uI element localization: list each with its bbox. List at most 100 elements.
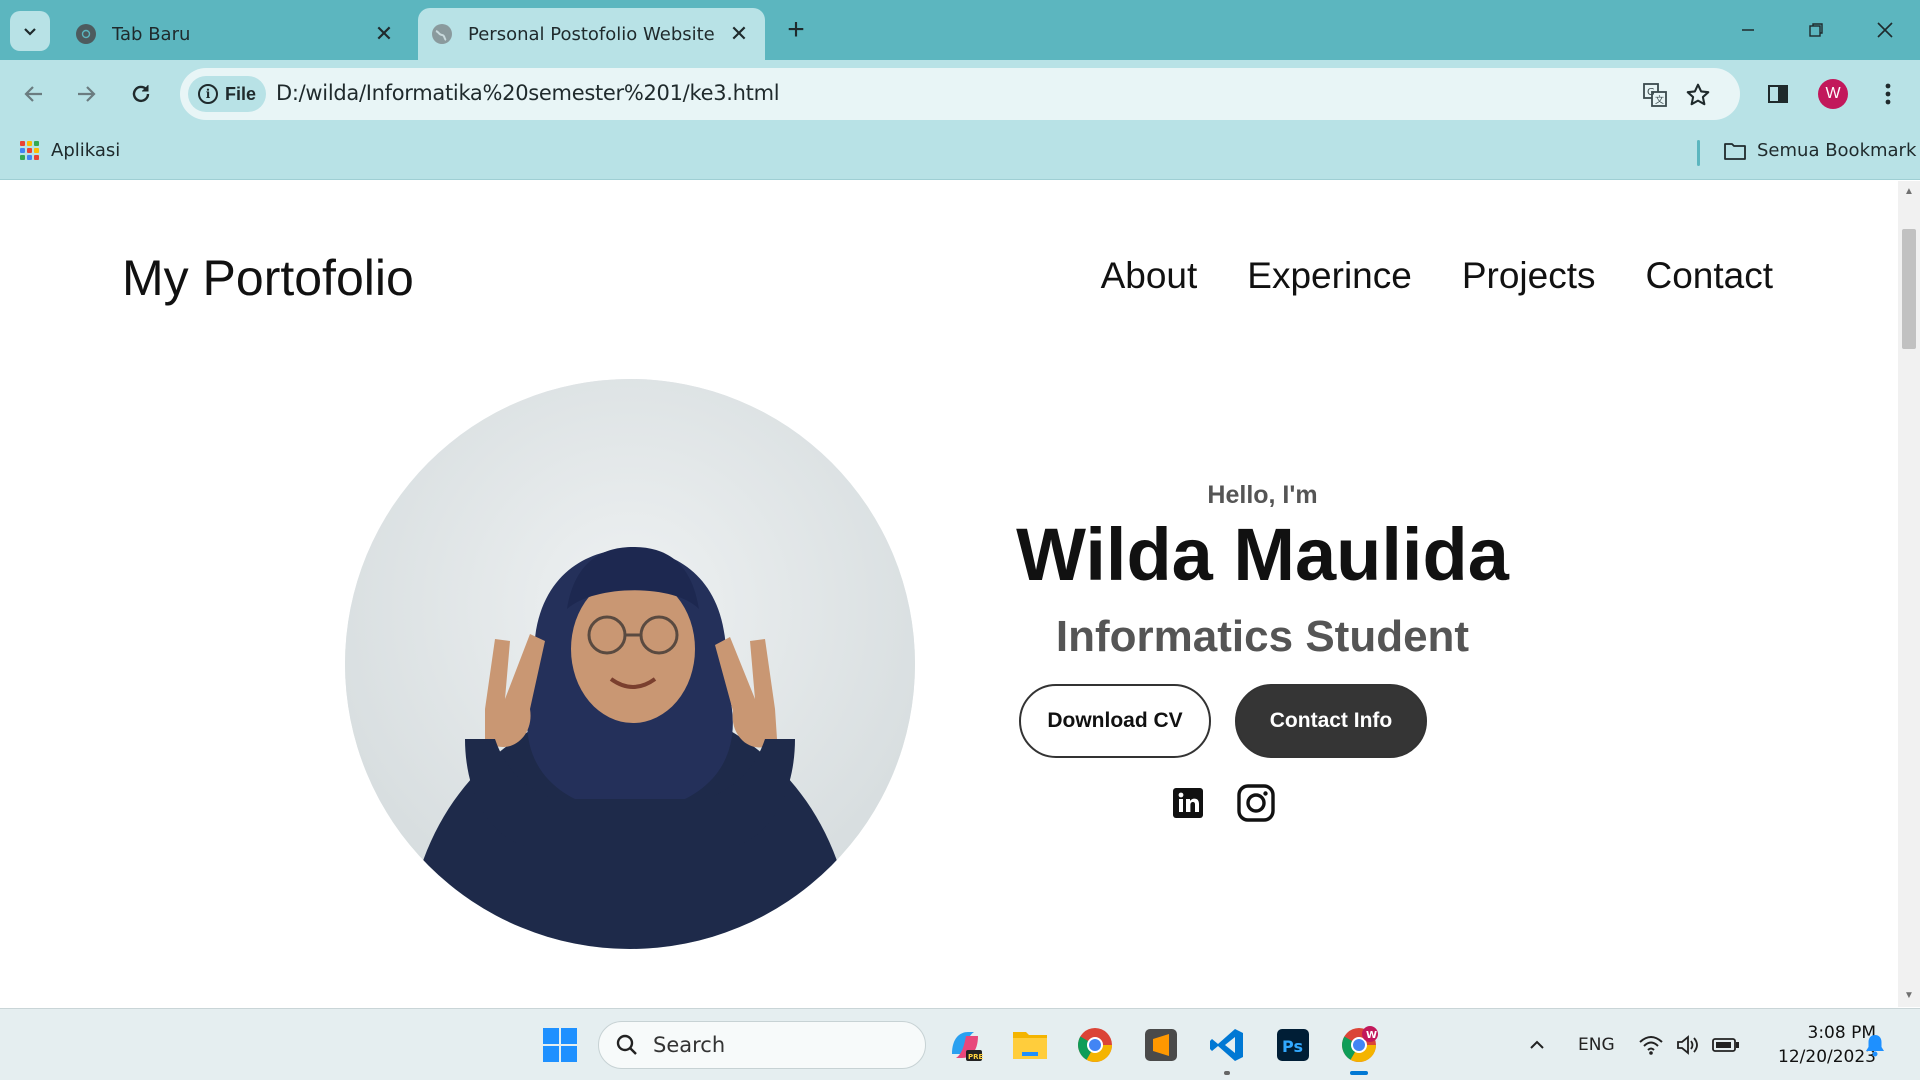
social-links	[1172, 783, 1276, 823]
clock-time: 3:08 PM	[1807, 1023, 1877, 1043]
hero-name: Wilda Maulida	[1016, 513, 1509, 596]
chrome-icon	[1078, 1028, 1112, 1062]
sublime-text-icon	[1145, 1029, 1177, 1061]
system-clock[interactable]: 3:08 PM 12/20/2023	[1756, 1021, 1876, 1069]
windows-icon	[543, 1028, 577, 1062]
wifi-icon[interactable]	[1638, 1029, 1664, 1061]
profile-button[interactable]: W	[1813, 74, 1853, 114]
site-logo[interactable]: My Portofolio	[122, 249, 414, 307]
volume-icon[interactable]	[1675, 1029, 1701, 1061]
side-panel-button[interactable]	[1758, 74, 1798, 114]
bookmark-star-button[interactable]	[1683, 80, 1713, 110]
minimize-button[interactable]	[1725, 10, 1771, 50]
folder-icon	[1724, 142, 1746, 160]
globe-icon	[432, 24, 452, 44]
close-window-button[interactable]	[1862, 10, 1908, 50]
nav-link-about[interactable]: About	[1101, 255, 1198, 297]
bell-icon	[1866, 1035, 1884, 1057]
browser-toolbar: i File D:/wilda/Informatika%20semester%2…	[0, 60, 1920, 128]
start-button[interactable]	[538, 1023, 582, 1067]
hero-buttons: Download CV Contact Info	[1019, 684, 1427, 758]
nav-link-contact[interactable]: Contact	[1645, 255, 1773, 297]
chevron-up-icon	[1530, 1040, 1544, 1049]
svg-text:G: G	[1647, 87, 1655, 98]
tab-title: Tab Baru	[112, 23, 191, 45]
taskbar-chrome[interactable]	[1073, 1023, 1117, 1067]
download-cv-button[interactable]: Download CV	[1019, 684, 1211, 758]
contact-info-button[interactable]: Contact Info	[1235, 684, 1427, 758]
battery-icon[interactable]	[1712, 1029, 1740, 1061]
tab-title: Personal Postofolio Website	[468, 23, 715, 45]
svg-text:文: 文	[1655, 94, 1664, 106]
apps-grid-icon	[20, 141, 39, 160]
search-placeholder: Search	[653, 1033, 726, 1057]
taskbar-sublime[interactable]	[1139, 1023, 1183, 1067]
svg-text:PRE: PRE	[968, 1053, 984, 1061]
hero-greeting: Hello, I'm	[1207, 481, 1318, 509]
tab-new-tab[interactable]: Tab Baru ✕	[60, 8, 410, 60]
more-vertical-icon	[1885, 83, 1891, 105]
chrome-icon	[76, 24, 96, 44]
taskbar-photoshop[interactable]: Ps	[1271, 1023, 1315, 1067]
nav-link-experience[interactable]: Experince	[1247, 255, 1412, 297]
bookmark-separator	[1697, 140, 1700, 166]
close-icon	[1877, 22, 1893, 38]
translate-icon: G文	[1643, 83, 1667, 107]
nav-links: About Experince Projects Contact	[1101, 255, 1773, 297]
reload-button[interactable]	[121, 74, 161, 114]
tab-search-button[interactable]	[10, 11, 50, 51]
site-info-chip[interactable]: i File	[188, 76, 266, 112]
close-tab-button[interactable]: ✕	[725, 20, 753, 48]
translate-button[interactable]: G文	[1640, 80, 1670, 110]
url-text[interactable]: D:/wilda/Informatika%20semester%201/ke3.…	[276, 81, 780, 105]
svg-text:Ps: Ps	[1282, 1037, 1303, 1056]
site-info-label: File	[225, 83, 257, 104]
folder-icon	[1013, 1032, 1047, 1059]
page-viewport: My Portofolio About Experince Projects C…	[0, 181, 1920, 1007]
all-bookmarks-label: Semua Bookmark	[1757, 140, 1917, 161]
clock-date: 12/20/2023	[1778, 1047, 1876, 1067]
profile-photo	[345, 379, 915, 949]
arrow-left-icon	[24, 86, 42, 102]
apps-label: Aplikasi	[51, 140, 121, 161]
taskbar-search[interactable]: Search	[598, 1021, 926, 1069]
page-scrollbar[interactable]: ▲ ▼	[1898, 181, 1920, 1007]
side-panel-icon	[1768, 85, 1788, 103]
scroll-thumb[interactable]	[1902, 229, 1916, 349]
notifications-button[interactable]	[1864, 1029, 1886, 1061]
avatar: W	[1818, 79, 1848, 109]
forward-button[interactable]	[66, 74, 106, 114]
taskbar-copilot[interactable]: PRE	[943, 1023, 987, 1067]
tray-overflow-button[interactable]	[1528, 1029, 1546, 1061]
reload-icon	[132, 85, 150, 103]
restore-icon	[1809, 23, 1823, 37]
linkedin-icon[interactable]	[1172, 787, 1204, 819]
language-indicator[interactable]: ENG	[1578, 1029, 1615, 1061]
info-icon: i	[198, 84, 218, 104]
tab-portfolio[interactable]: Personal Postofolio Website ✕	[418, 8, 765, 60]
chrome-icon: W	[1342, 1026, 1378, 1062]
address-bar[interactable]: i File D:/wilda/Informatika%20semester%2…	[180, 68, 1740, 120]
nav-link-projects[interactable]: Projects	[1462, 255, 1596, 297]
active-indicator	[1350, 1071, 1368, 1075]
chrome-profile-badge: W	[1366, 1030, 1377, 1041]
instagram-icon[interactable]	[1236, 783, 1276, 823]
bookmark-apps[interactable]: Aplikasi	[20, 140, 120, 161]
chevron-down-icon	[24, 28, 36, 36]
search-icon	[616, 1034, 637, 1055]
restore-button[interactable]	[1793, 10, 1839, 50]
scroll-up-arrow-icon[interactable]: ▲	[1903, 186, 1915, 198]
back-button[interactable]	[14, 74, 54, 114]
close-tab-button[interactable]: ✕	[370, 20, 398, 48]
running-indicator	[1224, 1071, 1230, 1075]
browser-menu-button[interactable]	[1868, 74, 1908, 114]
taskbar-file-explorer[interactable]	[1008, 1023, 1052, 1067]
taskbar-chrome-profile[interactable]: W	[1337, 1023, 1381, 1075]
os-taskbar: Search PRE Ps W ENG 3:08 PM 12/20/2023	[0, 1008, 1920, 1080]
hero-role: Informatics Student	[1055, 612, 1470, 661]
all-bookmarks-button[interactable]: Semua Bookmark	[1723, 140, 1916, 161]
vscode-icon	[1210, 1029, 1243, 1061]
scroll-down-arrow-icon[interactable]: ▼	[1903, 990, 1915, 1002]
taskbar-vscode[interactable]	[1205, 1023, 1249, 1075]
new-tab-button[interactable]: +	[780, 13, 812, 46]
